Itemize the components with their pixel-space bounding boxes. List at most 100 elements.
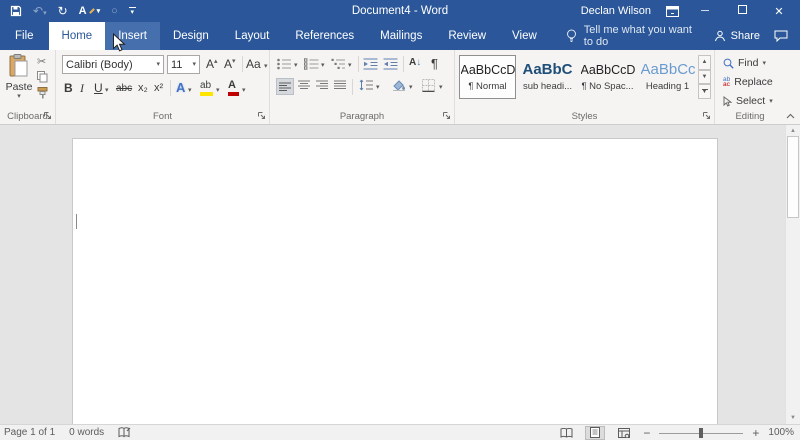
replace-button[interactable]: ab ac Replace bbox=[723, 74, 773, 90]
justify-button[interactable] bbox=[334, 80, 346, 90]
paragraph-dialog-launcher-icon[interactable] bbox=[443, 112, 451, 120]
redo-icon[interactable]: ↻ bbox=[58, 4, 68, 18]
close-icon[interactable]: ✕ bbox=[768, 5, 790, 18]
zoom-slider[interactable] bbox=[659, 426, 744, 440]
grow-font-button[interactable]: A▴ bbox=[206, 58, 218, 70]
replace-icon: ab ac bbox=[723, 76, 731, 88]
superscript-button[interactable]: x² bbox=[154, 82, 163, 94]
strikethrough-button[interactable]: abc bbox=[116, 83, 132, 94]
decrease-indent-icon[interactable] bbox=[363, 58, 378, 70]
word-count[interactable]: 0 words bbox=[69, 427, 104, 438]
page-indicator[interactable]: Page 1 of 1 bbox=[4, 427, 55, 438]
shrink-font-button[interactable]: A▾ bbox=[224, 58, 236, 70]
italic-button[interactable]: I bbox=[80, 81, 84, 96]
multilevel-list-icon[interactable] bbox=[331, 58, 346, 70]
tab-review[interactable]: Review bbox=[435, 22, 499, 50]
copy-icon[interactable] bbox=[37, 71, 48, 83]
maximize-icon[interactable] bbox=[731, 5, 753, 17]
zoom-slider-thumb[interactable] bbox=[699, 427, 704, 438]
multilevel-list-dropdown-icon[interactable]: ▾ bbox=[348, 62, 352, 69]
bold-button[interactable]: B bbox=[64, 81, 73, 95]
scroll-down-icon[interactable]: ▼ bbox=[786, 412, 800, 424]
tab-home[interactable]: Home bbox=[48, 22, 106, 50]
find-button[interactable]: Find ▾ bbox=[723, 55, 766, 71]
subscript-button[interactable]: x₂ bbox=[138, 82, 148, 94]
style-normal[interactable]: AaBbCcDc ¶ Normal bbox=[459, 55, 516, 99]
borders-dropdown-icon[interactable]: ▾ bbox=[439, 84, 443, 91]
underline-dropdown-icon[interactable]: ▾ bbox=[105, 87, 109, 94]
font-size-combobox[interactable]: 11 ▾ bbox=[167, 55, 200, 74]
share-button[interactable]: Share bbox=[714, 30, 760, 42]
clipboard-dialog-launcher-icon[interactable] bbox=[44, 112, 52, 120]
font-color-button[interactable]: A bbox=[228, 79, 239, 96]
styles-more-icon[interactable]: ▼ bbox=[698, 84, 711, 100]
save-icon[interactable] bbox=[10, 5, 22, 17]
text-effects-dropdown-icon[interactable]: ▾ bbox=[188, 87, 192, 94]
styles-dialog-launcher-icon[interactable] bbox=[703, 112, 711, 120]
zoom-out-button[interactable]: − bbox=[643, 426, 650, 440]
style-sub-heading[interactable]: AaBbC sub headi... bbox=[519, 55, 576, 99]
scrollbar-thumb[interactable] bbox=[787, 136, 799, 218]
tell-me-box[interactable]: Tell me what you want to do bbox=[550, 22, 714, 50]
increase-indent-icon[interactable] bbox=[383, 58, 398, 70]
styles-scroll-up-icon[interactable]: ▲ bbox=[698, 55, 711, 70]
align-right-button[interactable] bbox=[316, 80, 328, 90]
style-heading1[interactable]: AaBbCc Heading 1 bbox=[639, 55, 696, 99]
bullet-list-icon[interactable] bbox=[277, 58, 292, 70]
underline-button[interactable]: U bbox=[94, 81, 103, 95]
paste-dropdown-icon[interactable]: ▾ bbox=[17, 93, 21, 100]
font-family-combobox[interactable]: Calibri (Body) ▾ bbox=[62, 55, 164, 74]
highlight-dropdown-icon[interactable]: ▾ bbox=[216, 87, 220, 94]
web-layout-icon[interactable] bbox=[614, 426, 634, 440]
cut-icon[interactable]: ✂ bbox=[37, 55, 46, 68]
vertical-scrollbar[interactable]: ▲ ▼ bbox=[785, 125, 800, 424]
tab-references[interactable]: References bbox=[282, 22, 367, 50]
document-page[interactable] bbox=[72, 138, 718, 424]
sort-icon[interactable]: A↓ bbox=[409, 57, 421, 68]
tab-layout[interactable]: Layout bbox=[222, 22, 283, 50]
collapse-ribbon-icon[interactable] bbox=[786, 113, 795, 119]
editing-group: Find ▾ ab ac Replace Select ▾ Editing bbox=[715, 50, 785, 124]
style-no-spacing[interactable]: AaBbCcDc ¶ No Spac... bbox=[579, 55, 636, 99]
line-spacing-icon[interactable] bbox=[359, 79, 373, 91]
zoom-level[interactable]: 100% bbox=[768, 427, 794, 438]
ribbon-display-options-icon[interactable] bbox=[666, 5, 679, 17]
highlight-button[interactable]: ab bbox=[200, 80, 213, 96]
tab-design[interactable]: Design bbox=[160, 22, 222, 50]
zoom-in-button[interactable]: + bbox=[752, 426, 759, 440]
proofing-status-icon[interactable] bbox=[118, 427, 131, 438]
text-effects-button[interactable]: A bbox=[176, 80, 185, 95]
format-painter-icon[interactable] bbox=[37, 87, 49, 99]
styles-group-label: Styles bbox=[571, 111, 598, 122]
borders-icon[interactable] bbox=[422, 79, 435, 92]
read-mode-icon[interactable] bbox=[556, 426, 576, 440]
show-formatting-marks-icon[interactable]: ¶ bbox=[431, 56, 438, 71]
shading-icon[interactable] bbox=[392, 79, 406, 91]
styles-scroll-down-icon[interactable]: ▼ bbox=[698, 69, 711, 85]
bullet-list-dropdown-icon[interactable]: ▾ bbox=[294, 62, 298, 69]
comments-icon[interactable] bbox=[774, 30, 788, 42]
tab-view[interactable]: View bbox=[499, 22, 550, 50]
format-icon[interactable]: A ▾ bbox=[79, 5, 100, 17]
customize-quick-access-icon[interactable]: ▾ bbox=[128, 6, 136, 16]
print-layout-icon[interactable] bbox=[585, 425, 606, 440]
tab-mailings[interactable]: Mailings bbox=[367, 22, 435, 50]
tab-file[interactable]: File bbox=[0, 22, 49, 50]
numbered-list-icon[interactable] bbox=[304, 58, 319, 70]
paste-button[interactable]: Paste ▾ bbox=[3, 54, 35, 116]
font-color-dropdown-icon[interactable]: ▾ bbox=[242, 87, 246, 94]
shading-dropdown-icon[interactable]: ▾ bbox=[409, 84, 413, 91]
text-insertion-caret bbox=[76, 214, 77, 229]
paste-icon bbox=[9, 54, 29, 78]
styles-gallery-scroll: ▲ ▼ ▼ bbox=[698, 55, 711, 100]
select-button[interactable]: Select ▾ bbox=[723, 93, 773, 109]
undo-icon[interactable]: ↶▾ bbox=[33, 4, 47, 18]
align-left-button[interactable] bbox=[276, 78, 294, 95]
line-spacing-dropdown-icon[interactable]: ▾ bbox=[376, 84, 380, 91]
signed-in-user[interactable]: Declan Wilson bbox=[581, 5, 651, 17]
numbered-list-dropdown-icon[interactable]: ▾ bbox=[321, 62, 325, 69]
change-case-button[interactable]: Aa ▾ bbox=[246, 58, 268, 70]
font-dialog-launcher-icon[interactable] bbox=[258, 112, 266, 120]
minimize-icon[interactable]: ─ bbox=[694, 5, 716, 17]
align-center-button[interactable] bbox=[298, 80, 310, 90]
